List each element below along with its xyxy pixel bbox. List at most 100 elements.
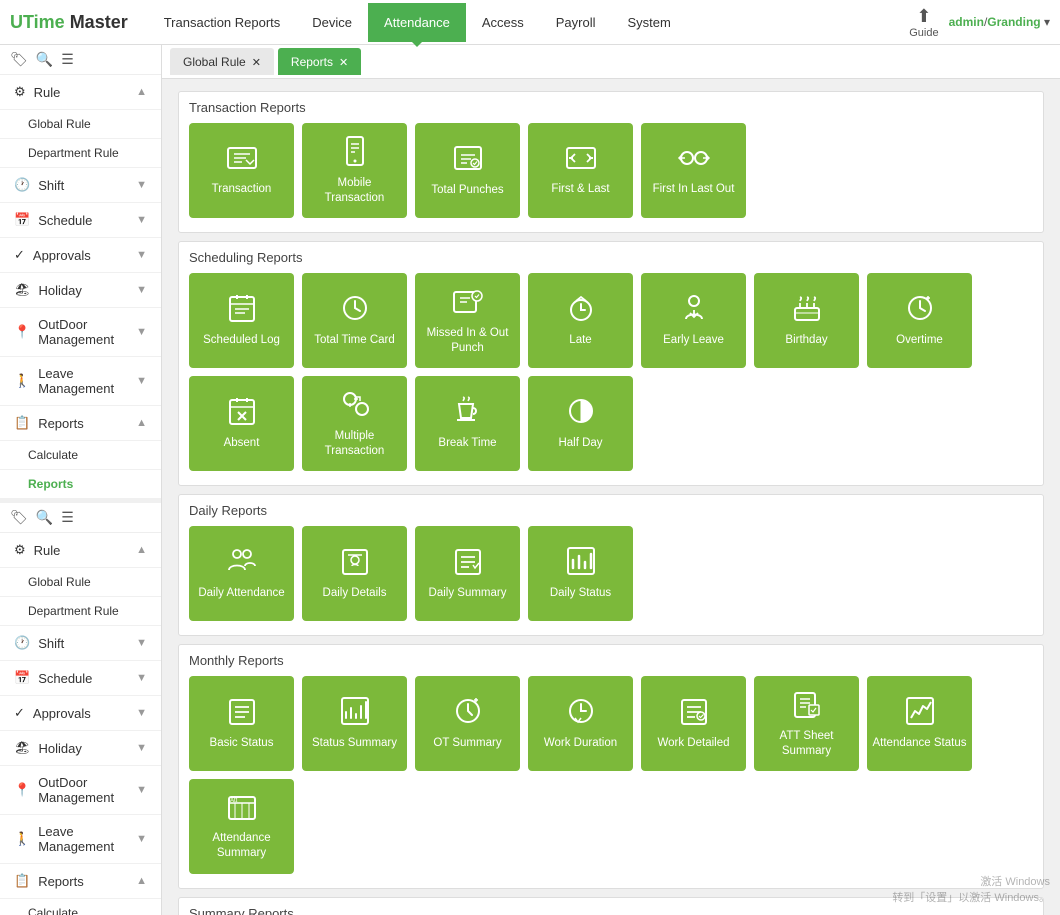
- card-att-sheet[interactable]: ATT Sheet Summary: [754, 676, 859, 771]
- chevron-icon: ▼: [136, 833, 147, 845]
- tab-reports-close[interactable]: ✕: [339, 56, 348, 69]
- card-work-detailed[interactable]: Work Detailed: [641, 676, 746, 771]
- card-multiple-transaction[interactable]: Multiple Transaction: [302, 376, 407, 471]
- tag-icon-2[interactable]: 🏷: [10, 509, 28, 526]
- card-late-label: Late: [569, 333, 591, 348]
- card-first-in-last-out[interactable]: First In Last Out: [641, 123, 746, 218]
- sidebar-item-schedule[interactable]: 📅 Schedule ▼: [0, 203, 161, 238]
- work-duration-icon: [566, 696, 596, 730]
- nav-payroll[interactable]: Payroll: [540, 3, 612, 42]
- nav-access[interactable]: Access: [466, 3, 540, 42]
- sidebar-item-approvals[interactable]: ✓ Approvals ▼: [0, 238, 161, 273]
- card-total-time-card[interactable]: Total Time Card: [302, 273, 407, 368]
- card-scheduled-log-label: Scheduled Log: [203, 333, 280, 348]
- chevron-icon: ▼: [136, 707, 147, 719]
- sidebar-item-reports[interactable]: 📋 Reports ▲: [0, 406, 161, 441]
- sidebar-item-holiday-2[interactable]: 🏖 Holiday ▼: [0, 731, 161, 766]
- sidebar-shift-label-2: Shift: [38, 636, 64, 651]
- birthday-icon: [792, 293, 822, 327]
- card-daily-details[interactable]: Daily Details: [302, 526, 407, 621]
- chevron-icon: ▼: [136, 672, 147, 684]
- sidebar-leave-label: Leave Management: [38, 366, 136, 396]
- monthly-cards: Basic Status Status Summary: [189, 676, 1033, 874]
- sidebar-item-leave-2[interactable]: 🚶 Leave Management ▼: [0, 815, 161, 864]
- sidebar-schedule-label-2: Schedule: [38, 671, 92, 686]
- card-ot-summary[interactable]: OT Summary: [415, 676, 520, 771]
- guide-button[interactable]: ⬆ Guide: [909, 6, 938, 39]
- card-birthday[interactable]: Birthday: [754, 273, 859, 368]
- card-half-day[interactable]: Half Day: [528, 376, 633, 471]
- card-overtime[interactable]: Overtime: [867, 273, 972, 368]
- list-icon-2[interactable]: ☰: [61, 509, 74, 526]
- card-mobile-transaction[interactable]: Mobile Transaction: [302, 123, 407, 218]
- sidebar-item-schedule-2[interactable]: 📅 Schedule ▼: [0, 661, 161, 696]
- overtime-icon: [905, 293, 935, 327]
- card-daily-status[interactable]: Daily Status: [528, 526, 633, 621]
- card-attendance-status-label: Attendance Status: [873, 736, 967, 751]
- tab-global-rule[interactable]: Global Rule ✕: [170, 48, 274, 75]
- total-time-card-icon: [340, 293, 370, 327]
- sidebar-item-holiday[interactable]: 🏖 Holiday ▼: [0, 273, 161, 308]
- tag-icon[interactable]: 🏷: [10, 51, 28, 68]
- sidebar-item-approvals-2[interactable]: ✓ Approvals ▼: [0, 696, 161, 731]
- sidebar-item-rule[interactable]: ⚙ Rule ▲: [0, 75, 161, 110]
- chevron-icon: ▼: [136, 214, 147, 226]
- sidebar-reports-sub[interactable]: Reports: [0, 470, 161, 499]
- sidebar-calculate-2[interactable]: Calculate: [0, 899, 161, 915]
- sidebar-reports-label: Reports: [38, 416, 84, 431]
- right-panel: Global Rule ✕ Reports ✕ Transaction Repo…: [162, 45, 1060, 915]
- sidebar-item-rule-2[interactable]: ⚙ Rule ▲: [0, 533, 161, 568]
- sidebar-global-rule[interactable]: Global Rule: [0, 110, 161, 139]
- tab-reports[interactable]: Reports ✕: [278, 48, 361, 75]
- card-daily-attendance[interactable]: Daily Attendance: [189, 526, 294, 621]
- nav-system[interactable]: System: [611, 3, 686, 42]
- card-late[interactable]: Late: [528, 273, 633, 368]
- card-daily-summary[interactable]: Daily Summary: [415, 526, 520, 621]
- card-daily-attendance-label: Daily Attendance: [198, 586, 284, 601]
- card-attendance-status[interactable]: Attendance Status: [867, 676, 972, 771]
- tab-global-rule-close[interactable]: ✕: [252, 56, 261, 69]
- card-missed-punch[interactable]: Missed In & Out Punch: [415, 273, 520, 368]
- card-attendance-summary[interactable]: Att Attendance Summary: [189, 779, 294, 874]
- sidebar-item-reports-2[interactable]: 📋 Reports ▲: [0, 864, 161, 899]
- card-break-time[interactable]: Break Time: [415, 376, 520, 471]
- card-total-time-card-label: Total Time Card: [314, 333, 395, 348]
- sidebar-global-rule-2[interactable]: Global Rule: [0, 568, 161, 597]
- card-early-leave[interactable]: Early Leave: [641, 273, 746, 368]
- sidebar-item-outdoor-2[interactable]: 📍 OutDoor Management ▼: [0, 766, 161, 815]
- nav-attendance[interactable]: Attendance: [368, 3, 466, 42]
- card-absent[interactable]: Absent: [189, 376, 294, 471]
- card-basic-status[interactable]: Basic Status: [189, 676, 294, 771]
- chevron-icon: ▼: [136, 284, 147, 296]
- card-transaction[interactable]: Transaction: [189, 123, 294, 218]
- sidebar-calculate[interactable]: Calculate: [0, 441, 161, 470]
- user-info[interactable]: admin/Granding ▾: [949, 15, 1050, 29]
- list-icon[interactable]: ☰: [61, 51, 74, 68]
- rule-icon-2: ⚙: [14, 542, 26, 558]
- first-last-icon: [565, 144, 597, 176]
- sidebar-department-rule[interactable]: Department Rule: [0, 139, 161, 168]
- sidebar-department-rule-2[interactable]: Department Rule: [0, 597, 161, 626]
- sidebar-item-shift-2[interactable]: 🕐 Shift ▼: [0, 626, 161, 661]
- sidebar-item-leave[interactable]: 🚶 Leave Management ▼: [0, 357, 161, 406]
- sidebar-leave-label-2: Leave Management: [38, 824, 136, 854]
- nav-device[interactable]: Device: [296, 3, 368, 42]
- card-scheduled-log[interactable]: Scheduled Log: [189, 273, 294, 368]
- nav-personnel[interactable]: Transaction Reports: [148, 3, 297, 42]
- break-time-icon: [453, 396, 483, 430]
- first-in-last-out-icon: [677, 144, 711, 176]
- missed-punch-icon: [452, 286, 484, 320]
- card-status-summary[interactable]: Status Summary: [302, 676, 407, 771]
- search-icon-2[interactable]: 🔍: [36, 509, 53, 526]
- card-absent-label: Absent: [224, 436, 260, 451]
- daily-cards: Daily Attendance Dai: [189, 526, 1033, 621]
- chevron-icon: ▲: [136, 417, 147, 429]
- card-multiple-transaction-label: Multiple Transaction: [307, 429, 402, 459]
- card-first-last[interactable]: First & Last: [528, 123, 633, 218]
- sidebar-item-outdoor[interactable]: 📍 OutDoor Management ▼: [0, 308, 161, 357]
- card-total-punches[interactable]: Total Punches: [415, 123, 520, 218]
- card-work-duration[interactable]: Work Duration: [528, 676, 633, 771]
- sidebar-outdoor-label-2: OutDoor Management: [38, 775, 136, 805]
- search-icon[interactable]: 🔍: [36, 51, 53, 68]
- sidebar-item-shift[interactable]: 🕐 Shift ▼: [0, 168, 161, 203]
